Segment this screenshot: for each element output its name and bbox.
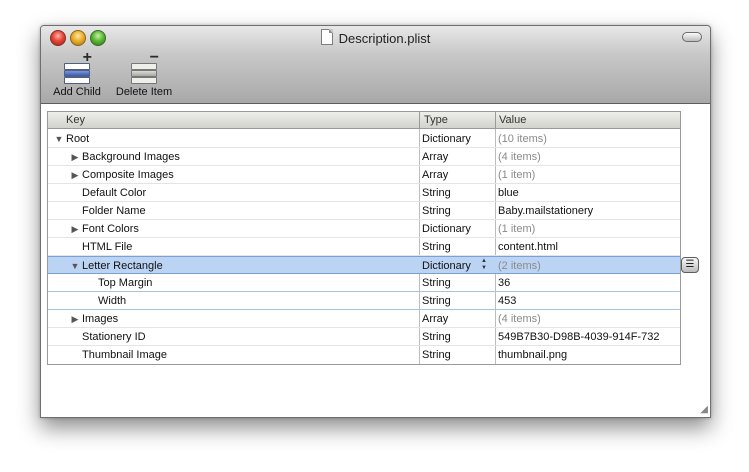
table-row[interactable]: Default Color String blue xyxy=(48,184,680,202)
table-row[interactable]: ▼ Root Dictionary (10 items) xyxy=(48,130,680,148)
delete-item-icon: − xyxy=(129,50,159,84)
column-header-key[interactable]: Key xyxy=(66,114,85,126)
column-header-type[interactable]: Type xyxy=(424,114,448,126)
row-type[interactable]: String xyxy=(422,346,492,364)
resize-grip-icon[interactable]: ◢ xyxy=(700,404,708,415)
row-type[interactable]: Dictionary xyxy=(422,130,492,148)
table-row[interactable]: Stationery ID String 549B7B30-D98B-4039-… xyxy=(48,328,680,346)
row-key: Letter Rectangle xyxy=(82,260,163,272)
row-value: (4 items) xyxy=(498,151,541,163)
row-key: Top Margin xyxy=(98,277,153,289)
row-type[interactable]: String xyxy=(422,238,492,256)
window-title: Description.plist xyxy=(41,29,710,46)
row-key: Folder Name xyxy=(82,205,146,217)
row-value: (4 items) xyxy=(498,313,541,325)
table-row[interactable]: ▶ Images Array (4 items) xyxy=(48,310,680,328)
row-type[interactable]: Array xyxy=(422,148,492,166)
row-key: HTML File xyxy=(82,241,133,253)
row-key: Width xyxy=(98,295,127,307)
table-row[interactable]: HTML File String content.html xyxy=(48,238,680,256)
table-row[interactable]: ▶ Background Images Array (4 items) xyxy=(48,148,680,166)
list-menu-icon: ☰ xyxy=(685,259,695,270)
row-type[interactable]: Array xyxy=(422,166,492,184)
row-type[interactable]: String xyxy=(422,328,492,346)
row-type[interactable]: String xyxy=(422,184,492,202)
delete-item-label: Delete Item xyxy=(115,86,173,98)
row-type[interactable]: String xyxy=(422,202,492,220)
table-row[interactable]: ▶ Font Colors Dictionary (1 item) xyxy=(48,220,680,238)
disclosure-triangle-closed-icon[interactable]: ▶ xyxy=(70,310,80,328)
row-value: (2 items) xyxy=(498,260,541,272)
row-key: Composite Images xyxy=(82,169,174,181)
row-key: Root xyxy=(66,133,90,145)
table-row[interactable]: Width String 453 xyxy=(48,292,680,310)
window-title-text: Description.plist xyxy=(338,31,431,46)
row-key: Default Color xyxy=(82,187,147,199)
row-key: Background Images xyxy=(82,151,180,163)
row-key: Thumbnail Image xyxy=(82,349,167,361)
row-value[interactable]: 549B7B30-D98B-4039-914F-732 xyxy=(498,328,680,346)
row-value[interactable]: 453 xyxy=(498,292,680,310)
title-toolbar: Description.plist + Add Child − Delete I… xyxy=(41,26,710,104)
add-child-icon: + xyxy=(62,50,92,84)
document-icon xyxy=(320,29,333,45)
outline-header: Key Type Value xyxy=(48,112,680,129)
row-key: Images xyxy=(82,313,119,325)
row-value[interactable]: blue xyxy=(498,184,680,202)
disclosure-triangle-closed-icon[interactable]: ▶ xyxy=(70,166,80,184)
row-type[interactable]: Array xyxy=(422,310,492,328)
row-value[interactable]: content.html xyxy=(498,238,680,256)
table-row-selected[interactable]: ▼ Letter Rectangle Dictionary ▲ ▼ (2 item… xyxy=(48,256,680,274)
disclosure-triangle-open-icon[interactable]: ▼ xyxy=(70,257,80,275)
toolbar-toggle-button[interactable] xyxy=(682,32,702,42)
plist-outline-view[interactable]: Key Type Value ▼ Root Dictionary (10 ite… xyxy=(47,111,681,365)
plist-editor-window: Description.plist + Add Child − Delete I… xyxy=(40,25,711,418)
type-popup-arrows-icon[interactable]: ▲ ▼ xyxy=(481,258,489,272)
row-key: Stationery ID xyxy=(82,331,146,343)
row-type[interactable]: String xyxy=(422,292,492,310)
row-type[interactable]: String xyxy=(422,274,492,292)
delete-item-button[interactable]: − Delete Item xyxy=(111,50,177,99)
row-value[interactable]: 36 xyxy=(498,274,680,292)
table-row[interactable]: ▶ Composite Images Array (1 item) xyxy=(48,166,680,184)
table-row[interactable]: Top Margin String 36 xyxy=(48,274,680,292)
row-key: Font Colors xyxy=(82,223,139,235)
disclosure-triangle-closed-icon[interactable]: ▶ xyxy=(70,148,80,166)
add-child-button[interactable]: + Add Child xyxy=(49,50,105,99)
row-action-menu-button[interactable]: ☰ xyxy=(681,257,699,273)
disclosure-triangle-open-icon[interactable]: ▼ xyxy=(54,130,64,148)
row-value: (1 item) xyxy=(498,223,536,235)
row-value[interactable]: Baby.mailstationery xyxy=(498,202,680,220)
column-header-value[interactable]: Value xyxy=(499,114,526,126)
row-type[interactable]: Dictionary xyxy=(422,220,492,238)
disclosure-triangle-closed-icon[interactable]: ▶ xyxy=(70,220,80,238)
table-row[interactable]: Thumbnail Image String thumbnail.png xyxy=(48,346,680,364)
row-value: (10 items) xyxy=(498,133,547,145)
table-row[interactable]: Folder Name String Baby.mailstationery xyxy=(48,202,680,220)
row-value[interactable]: thumbnail.png xyxy=(498,346,680,364)
add-child-label: Add Child xyxy=(53,86,101,98)
row-value: (1 item) xyxy=(498,169,536,181)
